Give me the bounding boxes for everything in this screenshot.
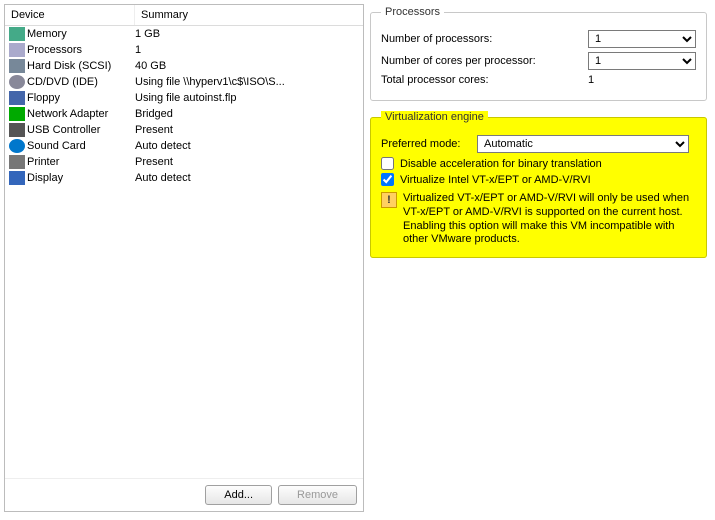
preferred-mode-label: Preferred mode: [381,138,477,150]
hardware-panel: Device Summary Memory 1 GB Processors 1 Hard… [4,4,364,512]
add-button[interactable]: Add... [205,485,272,505]
device-name: Network Adapter [27,108,108,120]
device-name: CD/DVD (IDE) [27,76,98,88]
device-summary: 1 [135,44,359,56]
cores-per-proc-label: Number of cores per processor: [381,55,588,67]
device-summary: Using file \\hyperv1\c$\ISO\S... [135,76,359,88]
device-row[interactable]: Hard Disk (SCSI) 40 GB [5,58,363,74]
warning-icon: ! [381,192,397,208]
device-buttons: Add... Remove [5,478,363,511]
device-name: Printer [27,156,59,168]
device-summary: Auto detect [135,172,359,184]
device-summary: Auto detect [135,140,359,152]
memory-icon [9,27,25,41]
device-row[interactable]: Sound Card Auto detect [5,138,363,154]
warning-text: Virtualized VT-x/EPT or AMD-V/RVI will o… [403,192,696,247]
device-list[interactable]: Device Summary Memory 1 GB Processors 1 Hard… [5,5,363,478]
virtualize-vtx-label: Virtualize Intel VT-x/EPT or AMD-V/RVI [400,174,696,186]
device-row[interactable]: Network Adapter Bridged [5,106,363,122]
device-list-header: Device Summary [5,5,363,26]
cd-icon [9,75,25,89]
num-processors-label: Number of processors: [381,33,588,45]
total-cores-value: 1 [588,74,696,86]
processors-legend: Processors [381,6,444,18]
cpu-icon [9,43,25,57]
device-row[interactable]: Floppy Using file autoinst.flp [5,90,363,106]
col-summary: Summary [135,5,363,25]
num-processors-select[interactable]: 1 [588,30,696,48]
sound-icon [9,139,25,153]
virtualization-warning: ! Virtualized VT-x/EPT or AMD-V/RVI will… [381,192,696,247]
col-device: Device [5,5,135,25]
device-row[interactable]: Printer Present [5,154,363,170]
device-name: USB Controller [27,124,100,136]
device-name: Sound Card [27,140,86,152]
device-row[interactable]: CD/DVD (IDE) Using file \\hyperv1\c$\ISO\… [5,74,363,90]
nic-icon [9,107,25,121]
device-row[interactable]: Processors 1 [5,42,363,58]
usb-icon [9,123,25,137]
disable-accel-label: Disable acceleration for binary translat… [400,158,696,170]
device-summary: Present [135,156,359,168]
device-summary: Present [135,124,359,136]
device-summary: Using file autoinst.flp [135,92,359,104]
device-name: Display [27,172,63,184]
disable-accel-checkbox[interactable] [381,157,394,170]
device-name: Processors [27,44,82,56]
virtualize-vtx-checkbox[interactable] [381,173,394,186]
device-name: Memory [27,28,67,40]
display-icon [9,171,25,185]
printer-icon [9,155,25,169]
device-summary: 1 GB [135,28,359,40]
settings-panel: Processors Number of processors: 1 Numbe… [370,4,711,512]
device-row[interactable]: Display Auto detect [5,170,363,186]
device-row[interactable]: Memory 1 GB [5,26,363,42]
total-cores-label: Total processor cores: [381,74,588,86]
cores-per-proc-select[interactable]: 1 [588,52,696,70]
device-summary: 40 GB [135,60,359,72]
processors-group: Processors Number of processors: 1 Numbe… [370,6,707,101]
device-name: Hard Disk (SCSI) [27,60,111,72]
virtualization-group: Virtualization engine Preferred mode: Au… [370,111,707,258]
device-row[interactable]: USB Controller Present [5,122,363,138]
floppy-icon [9,91,25,105]
hdd-icon [9,59,25,73]
device-name: Floppy [27,92,60,104]
device-summary: Bridged [135,108,359,120]
virtualization-legend: Virtualization engine [381,111,488,123]
preferred-mode-select[interactable]: Automatic [477,135,689,153]
remove-button[interactable]: Remove [278,485,357,505]
